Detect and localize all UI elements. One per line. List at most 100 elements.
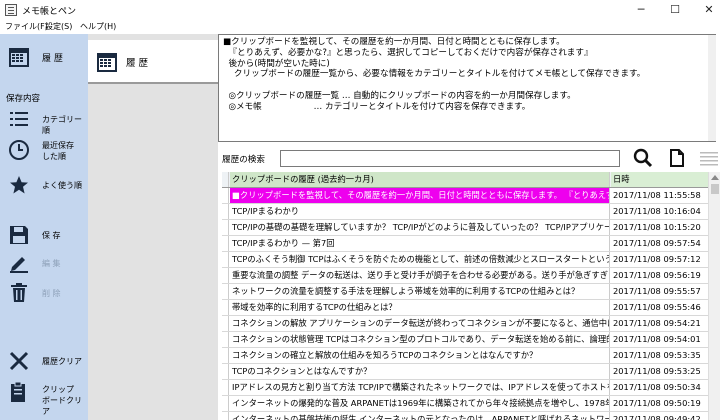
- row-selector: [222, 396, 229, 411]
- table-row[interactable]: コネクションの状態管理 TCPはコネクション型のプロトコルであり、データ転送を始…: [222, 332, 720, 348]
- column-header-date[interactable]: 日時: [611, 172, 708, 187]
- search-input[interactable]: [280, 150, 620, 167]
- table-row[interactable]: TCPのコネクションとはなんですか？ 2017/11/08 09:53:25: [222, 364, 720, 380]
- row-selector: [222, 220, 229, 235]
- app-icon: [5, 4, 17, 16]
- menu-help[interactable]: ヘルプ(H): [80, 20, 116, 34]
- table-row[interactable]: TCP/IPの基礎の基礎を理解していますか？ TCP/IPがどのように普及してい…: [222, 220, 720, 236]
- table-row[interactable]: TCP/IPまるわかり — 第7回 2017/11/08 09:57:54: [222, 236, 720, 252]
- table-row[interactable]: ネットワークの流量を調整する手法を理解しよう帯域を効率的に利用するTCPの仕組み…: [222, 284, 720, 300]
- cell-date: 2017/11/08 09:54:01: [613, 334, 701, 344]
- cell-date: 2017/11/08 09:50:19: [613, 398, 701, 408]
- list-icon: [8, 108, 30, 130]
- sidebar-item-history[interactable]: 履 歴: [0, 42, 88, 76]
- panel-title: 履 歴: [126, 58, 149, 69]
- cell-date: 2017/11/08 09:49:42: [613, 414, 701, 420]
- search-label: 履歴の検索: [222, 155, 265, 165]
- cell-content: TCPのコネクションとはなんですか？: [230, 364, 610, 379]
- cell-date: 2017/11/08 09:50:34: [613, 382, 701, 392]
- table-row[interactable]: コネクションの確立と解放の仕組みを知ろうTCPのコネクションとはなんですか？ 2…: [222, 348, 720, 364]
- column-header-content[interactable]: クリップボードの履歴 (過去約一カ月): [230, 172, 610, 187]
- cell-content: TCP/IPまるわかり — 第7回: [230, 236, 610, 251]
- sidebar-item-save[interactable]: 保 存: [0, 222, 88, 248]
- calendar-icon: [96, 51, 118, 73]
- cell-content: インターネットの爆発的な普及 ARPANETは1969年に構築されてから年々接続…: [230, 396, 610, 411]
- cell-content: 重要な流量の調整 データの転送は、送り手と受け手が調子を合わせる必要がある。送り…: [230, 268, 610, 283]
- table-row[interactable]: 重要な流量の調整 データの転送は、送り手と受け手が調子を合わせる必要がある。送り…: [222, 268, 720, 284]
- cell-content: TCPのふくそう制御 TCPはふくそうを防ぐための機能として、前述の倍数減少とス…: [230, 252, 610, 267]
- sidebar-label-edit: 編 集: [42, 259, 61, 268]
- pencil-icon: [8, 252, 30, 274]
- row-selector: [222, 204, 229, 219]
- row-selector: [222, 316, 229, 331]
- clock-icon: [8, 139, 30, 161]
- sidebar-item-clear-clipboard[interactable]: クリップ ボードクリア: [0, 378, 88, 416]
- search-row: 履歴の検索: [218, 146, 726, 170]
- row-selector: [222, 332, 229, 347]
- table-row[interactable]: TCP/IPまるわかり 2017/11/08 10:16:04: [222, 204, 720, 220]
- menu-bar: ファイル(F) 設定(S) ヘルプ(H): [0, 20, 726, 34]
- middle-panel: 履 歴: [88, 34, 218, 420]
- editor-scrollbar[interactable]: [708, 35, 716, 141]
- table-row[interactable]: コネクションの解放 アプリケーションのデータ転送が終わってコネクションが不要にな…: [222, 316, 720, 332]
- sidebar-label-clear-history: 履歴クリア: [42, 357, 82, 366]
- sidebar-label-favorites: よく使う順: [42, 181, 82, 190]
- cell-content: コネクションの状態管理 TCPはコネクション型のプロトコルであり、データ転送を始…: [230, 332, 610, 347]
- sidebar-item-favorites[interactable]: よく使う順: [0, 172, 88, 198]
- cell-date: 2017/11/08 09:53:35: [613, 350, 701, 360]
- table-row[interactable]: インターネットの爆発的な普及 ARPANETは1969年に構築されてから年々接続…: [222, 396, 720, 412]
- saved-content-heading: 保存内容: [6, 94, 41, 104]
- trash-icon: [8, 282, 30, 304]
- table-row[interactable]: 帯域を効率的に利用するTCPの仕組みとは？ 2017/11/08 09:55:4…: [222, 300, 720, 316]
- row-selector: [222, 268, 229, 283]
- table-row[interactable]: IPアドレスの見方と割り当て方法 TCP/IPで構築されたネットワークでは、IP…: [222, 380, 720, 396]
- row-selector: [222, 236, 229, 251]
- table-row[interactable]: インターネットの基盤技術の誕生 インターネットの元となったのは、ARPANETと…: [222, 412, 720, 420]
- sidebar-item-clear-history[interactable]: 履歴クリア: [0, 348, 88, 374]
- memo-editor[interactable]: ■クリップボードを監視して、その履歴を約一か月間、日付と時間とともに保存します。…: [218, 34, 716, 142]
- editor-line: 『とりあえず、必要かな?』と思ったら、選択してコピーしておくだけで内容が保存され…: [223, 47, 593, 58]
- table-scrollbar[interactable]: [708, 172, 720, 420]
- new-document-icon[interactable]: [666, 148, 688, 168]
- panel-header[interactable]: 履 歴: [88, 40, 218, 84]
- sidebar-item-delete[interactable]: 削 除: [0, 280, 88, 306]
- cell-date: 2017/11/08 09:57:12: [613, 254, 701, 264]
- minimize-button[interactable]: ─: [624, 0, 658, 20]
- sidebar-item-recent[interactable]: 最近保存 した順: [0, 134, 88, 168]
- cell-content: 帯域を効率的に利用するTCPの仕組みとは？: [230, 300, 610, 315]
- cell-date: 2017/11/08 09:55:46: [613, 302, 701, 312]
- cell-date: 2017/11/08 09:54:21: [613, 318, 701, 328]
- search-icon[interactable]: [632, 148, 654, 168]
- maximize-button[interactable]: ☐: [658, 0, 692, 20]
- cell-date: 2017/11/08 09:53:25: [613, 366, 701, 376]
- table-header: クリップボードの履歴 (過去約一カ月) 日時: [222, 172, 720, 188]
- title-bar: メモ帳とペン ─ ☐ ✕: [0, 0, 726, 20]
- cell-content: インターネットの基盤技術の誕生 インターネットの元となったのは、ARPANETと…: [230, 412, 610, 420]
- cell-content: TCP/IPの基礎の基礎を理解していますか？ TCP/IPがどのように普及してい…: [230, 220, 610, 235]
- scroll-thumb[interactable]: [711, 184, 719, 194]
- editor-line: ◎クリップボードの履歴一覧 … 自動的にクリップボードの内容を約一か月間保存しま…: [223, 90, 576, 101]
- floppy-disk-icon: [8, 224, 30, 246]
- cell-date: 2017/11/08 10:15:20: [613, 222, 701, 232]
- x-icon: [8, 350, 30, 372]
- sidebar-label-delete: 削 除: [42, 289, 61, 298]
- editor-line: クリップボードの履歴一覧から、必要な情報をカテゴリーとタイトルを付けてメモ帳とし…: [223, 69, 646, 80]
- calendar-icon: [8, 46, 30, 68]
- cell-content: IPアドレスの見方と割り当て方法 TCP/IPで構築されたネットワークでは、IP…: [230, 380, 610, 395]
- scroll-up-arrow-icon[interactable]: [711, 175, 719, 180]
- cell-content: ■クリップボードを監視して、その履歴を約一か月間、日付と時間とともに保存します。…: [230, 188, 610, 203]
- close-button[interactable]: ✕: [692, 0, 726, 20]
- sidebar: 履 歴 保存内容 カテゴリー順 最近保存 した順 よく使う順 保 存 編 集 削…: [0, 34, 88, 420]
- menu-settings[interactable]: 設定(S): [45, 20, 72, 34]
- table-row[interactable]: ■クリップボードを監視して、その履歴を約一か月間、日付と時間とともに保存します。…: [222, 188, 720, 204]
- menu-file[interactable]: ファイル(F): [5, 20, 48, 34]
- cell-date: 2017/11/08 09:56:19: [613, 270, 701, 280]
- table-row[interactable]: TCPのふくそう制御 TCPはふくそうを防ぐための機能として、前述の倍数減少とス…: [222, 252, 720, 268]
- list-view-icon[interactable]: [698, 148, 720, 168]
- sidebar-label-category: カテゴリー順: [42, 115, 82, 135]
- sidebar-item-edit[interactable]: 編 集: [0, 250, 88, 276]
- sidebar-item-category[interactable]: カテゴリー順: [0, 106, 88, 135]
- row-selector: [222, 252, 229, 267]
- window-title: メモ帳とペン: [22, 7, 77, 17]
- sidebar-label-history: 履 歴: [42, 54, 63, 64]
